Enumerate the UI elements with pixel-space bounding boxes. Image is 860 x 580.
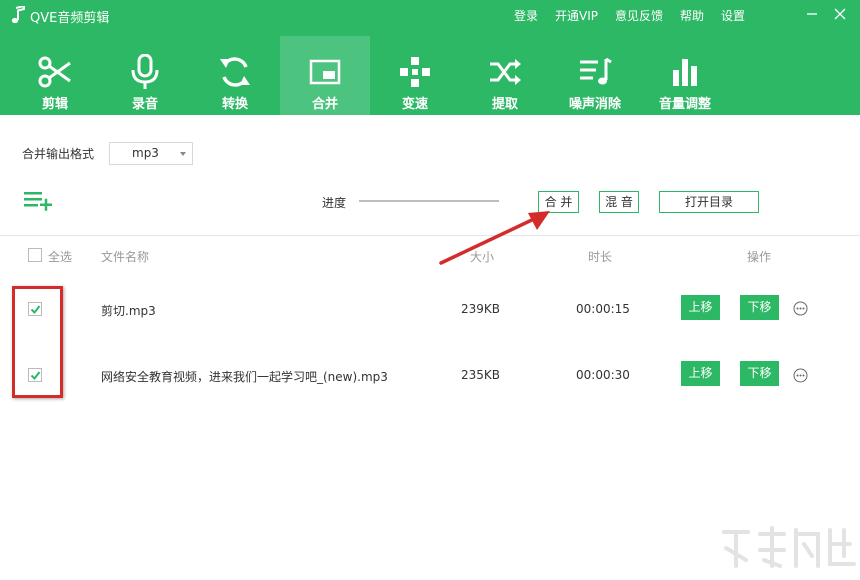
app-header: QVE音频剪辑 登录 开通VIP 意见反馈 帮助 设置 剪辑 录音 转换 合并 …	[0, 0, 860, 115]
move-down-button[interactable]: 下移	[740, 361, 779, 386]
volume-bars-icon	[673, 59, 697, 86]
open-directory-button[interactable]: 打开目录	[659, 191, 759, 213]
help-link[interactable]: 帮助	[680, 7, 704, 24]
watermark-logo	[722, 526, 856, 568]
add-file-list-icon[interactable]	[24, 190, 52, 212]
noise-icon	[580, 57, 612, 85]
more-options-icon[interactable]	[793, 368, 808, 383]
top-links: 登录 开通VIP 意见反馈 帮助 设置	[514, 7, 762, 24]
close-icon	[834, 8, 846, 20]
tab-label: 合并	[311, 97, 338, 112]
move-down-button[interactable]: 下移	[740, 295, 779, 320]
tab-label: 噪声消除	[568, 97, 621, 112]
title-bar: QVE音频剪辑 登录 开通VIP 意见反馈 帮助 设置	[0, 0, 860, 30]
file-size: 235KB	[461, 368, 501, 382]
file-duration: 00:00:30	[576, 368, 630, 382]
file-size: 239KB	[461, 302, 501, 316]
minimize-icon	[807, 13, 817, 15]
tab-cut[interactable]: 剪辑	[10, 36, 100, 115]
more-options-icon[interactable]	[793, 301, 808, 316]
column-header-duration: 时长	[588, 250, 613, 264]
progress-bar	[359, 200, 499, 202]
tab-label: 录音	[131, 97, 158, 112]
main-toolbar: 剪辑 录音 转换 合并 变速 提取 噪声消除 音量调整	[10, 36, 730, 115]
tab-label: 剪辑	[41, 97, 68, 112]
divider	[0, 235, 860, 236]
tab-merge[interactable]: 合并	[280, 36, 370, 115]
close-button[interactable]	[830, 4, 850, 24]
shuffle-icon	[490, 59, 521, 85]
tab-speed[interactable]: 变速	[370, 36, 460, 115]
app-title: QVE音频剪辑	[30, 11, 110, 26]
annotation-arrow-icon	[439, 211, 550, 265]
merge-icon	[309, 59, 341, 85]
file-name: 剪切.mp3	[101, 304, 156, 318]
settings-link[interactable]: 设置	[721, 7, 745, 24]
column-header-name: 文件名称	[101, 250, 150, 264]
tab-label: 音量调整	[658, 97, 711, 112]
file-name: 网络安全教育视频，进来我们一起学习吧_(new).mp3	[101, 370, 388, 384]
tab-volume[interactable]: 音量调整	[640, 36, 730, 115]
feedback-link[interactable]: 意见反馈	[615, 7, 663, 24]
tab-extract[interactable]: 提取	[460, 36, 550, 115]
mix-button[interactable]: 混 音	[599, 191, 639, 213]
tab-label: 提取	[491, 97, 518, 112]
progress-label: 进度	[322, 196, 347, 210]
login-link[interactable]: 登录	[514, 7, 538, 24]
output-format-value: mp3	[132, 146, 159, 160]
microphone-icon	[131, 54, 159, 89]
chevron-down-icon	[180, 152, 186, 156]
file-duration: 00:00:15	[576, 302, 630, 316]
output-format-label: 合并输出格式	[22, 147, 95, 161]
annotation-highlight-box	[12, 286, 63, 398]
scissors-icon	[38, 56, 71, 88]
convert-icon	[220, 57, 250, 87]
vip-link[interactable]: 开通VIP	[555, 7, 598, 24]
minimize-button[interactable]	[802, 4, 822, 24]
music-note-icon	[11, 6, 25, 24]
tab-label: 转换	[221, 97, 248, 112]
tab-record[interactable]: 录音	[100, 36, 190, 115]
select-all-checkbox[interactable]	[28, 248, 42, 262]
move-up-button[interactable]: 上移	[681, 295, 720, 320]
tab-label: 变速	[401, 97, 428, 112]
tab-noise[interactable]: 噪声消除	[550, 36, 640, 115]
move-up-button[interactable]: 上移	[681, 361, 720, 386]
column-header-ops: 操作	[747, 250, 772, 264]
speed-icon	[400, 57, 430, 87]
tab-convert[interactable]: 转换	[190, 36, 280, 115]
output-format-select[interactable]: mp3	[109, 142, 193, 165]
select-all-label: 全选	[48, 250, 73, 264]
